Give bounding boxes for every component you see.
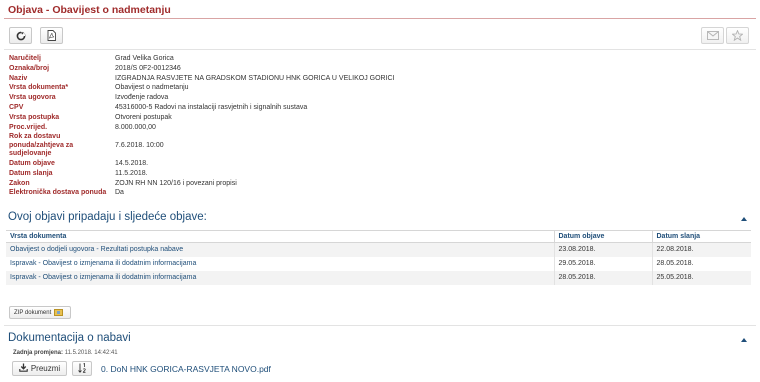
detail-label: Vrsta ugovora [9,94,56,102]
related-doc-link[interactable]: Ispravak - Obavijest o izmjenama ili dod… [6,270,554,285]
detail-value: ZOJN RH NN 120/16 i povezani propisi [115,179,237,187]
detail-label: Naziv [9,74,28,82]
detail-row: Rok za dostavu ponuda/zahtjeva za sudjel… [9,133,609,158]
published-date-cell: 29.05.2018. [553,256,652,271]
email-button[interactable] [701,27,724,44]
detail-row: Vrsta postupka Otvoreni postupak [9,113,609,123]
detail-label: Proc.vrijed. [9,123,48,131]
sent-date-cell: 28.05.2018. [651,256,751,271]
published-date-cell: 23.08.2018. [553,242,652,257]
sort-numeric-icon [77,362,87,375]
detail-value: 11.5.2018. [115,169,148,177]
detail-label: CPV [9,103,24,111]
last-change: Zadnja promjena: 11.5.2018. 14:42:41 [13,350,118,356]
detail-label: Vrsta dokumenta* [9,84,69,92]
sent-date-cell: 25.05.2018. [651,270,751,285]
column-header-type[interactable]: Vrsta dokumenta [6,230,554,243]
detail-value: Izvođenje radova [115,94,169,102]
detail-row: Vrsta dokumenta* Obavijest o nadmetanju [9,83,609,93]
related-doc-link[interactable]: Obavijest o dodjeli ugovora - Rezultati … [6,242,554,257]
envelope-icon [706,31,719,40]
toolbar-divider [4,49,756,50]
detail-value: 2018/S 0F2-0012346 [115,64,181,72]
detail-label: Rok za dostavu ponuda/zahtjeva za sudjel… [9,133,74,157]
detail-label: Datum slanja [9,169,53,177]
download-label: Preuzmi [30,364,61,373]
detail-label: Vrsta postupka [9,113,60,121]
table-row: Ispravak - Obavijest o izmjenama ili dod… [6,270,751,285]
detail-value: 45316000-5 Radovi na instalaciji rasvjet… [115,103,308,111]
detail-row: Naručitelj Grad Velika Gorica [9,54,609,64]
detail-row: Elektronička dostava ponuda Da [9,188,609,198]
detail-row: CPV 45316000-5 Radovi na instalaciji rasv… [9,103,609,113]
detail-label: Oznaka/broj [9,64,50,72]
detail-value: 14.5.2018. [115,159,149,167]
detail-row: Zakon ZOJN RH NN 120/16 i povezani propis… [9,179,609,189]
refresh-button[interactable] [9,27,32,44]
detail-value: Obavijest o nadmetanju [115,84,189,92]
star-icon [732,30,743,41]
detail-value: 8.000.000,00 [115,123,156,131]
refresh-icon [16,30,26,41]
detail-label: Elektronička dostava ponuda [9,189,107,197]
table-header-row: Vrsta dokumenta Datum objave Datum slanj… [6,230,751,243]
table-row: Obavijest o dodjeli ugovora - Rezultati … [6,242,751,257]
detail-value: 7.6.2018. 10:00 [115,141,164,149]
detail-label: Datum objave [9,159,55,167]
related-section-title: Ovoj objavi pripadaju i sljedeće objave: [8,211,207,223]
sort-button[interactable] [72,361,92,376]
detail-row: Oznaka/broj 2018/S 0F2-0012346 [9,64,609,74]
sent-date-cell: 22.08.2018. [651,242,751,257]
detail-label: Naručitelj [9,55,41,62]
detail-row: Datum slanja 11.5.2018. [9,169,609,179]
collapse-docs-icon[interactable] [741,338,747,342]
zip-archive-icon [54,309,64,316]
table-row: Ispravak - Obavijest o izmjenama ili dod… [6,256,751,271]
column-header-sent[interactable]: Datum slanja [651,230,751,243]
page-title: Objava - Obavijest o nadmetanju [8,4,171,16]
last-change-value: 11.5.2018. 14:42:41 [64,350,118,356]
details-list: Naručitelj Grad Velika Gorica Oznaka/broj… [9,54,609,198]
detail-value: Da [115,189,124,197]
zip-divider [4,325,756,326]
pdf-icon [47,30,56,41]
toolbar [4,26,756,46]
zip-document-button[interactable]: ZIP dokument [9,306,71,319]
detail-label: Zakon [9,179,30,187]
detail-row: Proc.vrijed. 8.000.000,00 [9,123,609,133]
document-file-link[interactable]: 0. DoN HNK GORICA-RASVJETA NOVO.pdf [101,364,271,374]
published-date-cell: 28.05.2018. [553,270,652,285]
download-icon [19,363,28,374]
column-header-published[interactable]: Datum objave [553,230,652,243]
title-divider [4,18,756,19]
zip-label: ZIP dokument [14,309,52,316]
related-table: Vrsta dokumenta Datum objave Datum slanj… [6,230,751,285]
detail-value: IZGRADNJA RASVJETE NA GRADSKOM STADIONU … [115,74,395,82]
last-change-label: Zadnja promjena: [13,350,64,356]
detail-row: Vrsta ugovora Izvođenje radova [9,93,609,103]
pdf-button[interactable] [40,27,63,44]
detail-value: Grad Velika Gorica [115,55,174,62]
detail-value: Otvoreni postupak [115,113,172,121]
detail-row: Datum objave 14.5.2018. [9,159,609,169]
collapse-related-icon[interactable] [741,217,747,221]
detail-row: Naziv IZGRADNJA RASVJETE NA GRADSKOM STAD… [9,74,609,84]
docs-section-title: Dokumentacija o nabavi [8,332,131,344]
download-button[interactable]: Preuzmi [12,361,67,376]
favorite-button[interactable] [726,27,749,44]
related-doc-link[interactable]: Ispravak - Obavijest o izmjenama ili dod… [6,257,554,271]
